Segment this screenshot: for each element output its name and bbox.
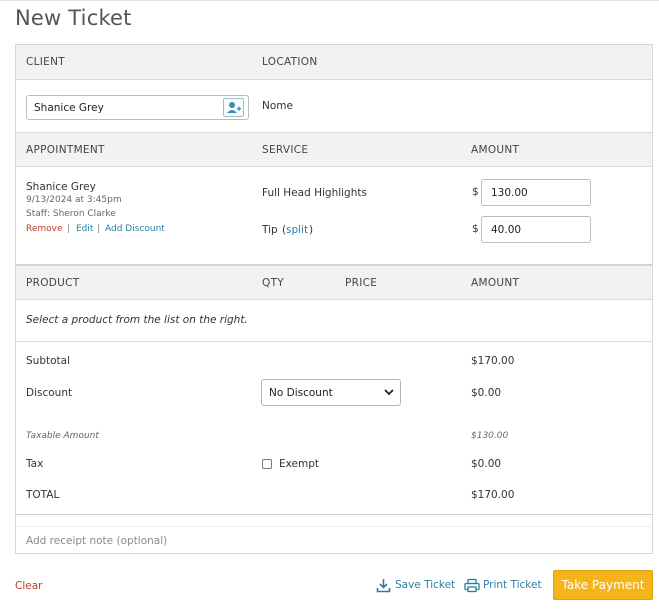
total-label: TOTAL [26, 489, 60, 501]
remove-link[interactable]: Remove [26, 224, 63, 234]
clear-button[interactable]: Clear [15, 580, 42, 592]
amount-column-header: AMOUNT [471, 144, 520, 156]
discount-select-value: No Discount [269, 387, 333, 399]
service-column-header: SERVICE [262, 144, 309, 156]
client-field[interactable]: Shanice Grey [26, 95, 249, 120]
location-column-header: LOCATION [262, 56, 318, 68]
tax-label: Tax [26, 458, 44, 470]
totals-divider [16, 514, 652, 515]
client-header-row: CLIENT LOCATION [16, 45, 652, 80]
empty-products-message: Select a product from the list on the ri… [26, 314, 248, 326]
price-column-header: PRICE [345, 277, 378, 289]
subtotal-label: Subtotal [26, 355, 70, 367]
product-header-row: PRODUCT QTY PRICE AMOUNT [16, 264, 652, 300]
location-value: Nome [262, 100, 293, 112]
product-column-header: PRODUCT [26, 277, 80, 289]
tip-amount-value: 40.00 [491, 224, 522, 236]
client-field-value: Shanice Grey [34, 102, 104, 114]
service-amount-input[interactable]: 130.00 [481, 179, 591, 206]
subtotal-value: $170.00 [471, 355, 515, 367]
split-tip-link[interactable]: split [286, 224, 308, 236]
link-separator: | [67, 224, 71, 234]
service-name: Full Head Highlights [262, 187, 367, 199]
link-separator: | [97, 224, 101, 234]
client-column-header: CLIENT [26, 56, 65, 68]
qty-column-header: QTY [262, 277, 284, 289]
taxable-amount-label: Taxable Amount [26, 431, 99, 441]
total-value: $170.00 [471, 489, 515, 501]
note-divider [16, 526, 652, 527]
take-payment-button[interactable]: Take Payment [553, 570, 653, 600]
add-user-icon [227, 102, 241, 113]
top-divider [0, 0, 659, 1]
tip-split-close: ) [309, 224, 314, 236]
products-divider [16, 341, 652, 342]
printer-icon [464, 578, 480, 593]
discount-select[interactable]: No Discount [261, 379, 401, 406]
receipt-note-input[interactable]: Add receipt note (optional) [26, 535, 167, 547]
tip-label: Tip [262, 224, 278, 236]
add-discount-link[interactable]: Add Discount [105, 224, 165, 234]
save-ticket-label: Save Ticket [395, 579, 456, 591]
ticket-panel: CLIENT LOCATION Shanice Grey Nome APPOIN… [15, 44, 653, 554]
take-payment-label: Take Payment [561, 578, 645, 592]
chevron-down-icon [384, 389, 394, 396]
service-amount-value: 130.00 [491, 187, 528, 199]
appointment-column-header: APPOINTMENT [26, 144, 105, 156]
appointment-datetime: 9/13/2024 at 3:45pm [26, 195, 122, 205]
print-ticket-label: Print Ticket [483, 579, 542, 591]
tip-amount-input[interactable]: 40.00 [481, 216, 591, 243]
tax-exempt-checkbox[interactable] [262, 459, 272, 469]
appointment-header-row: APPOINTMENT SERVICE AMOUNT [16, 132, 652, 167]
currency-symbol: $ [472, 223, 479, 235]
product-amount-column-header: AMOUNT [471, 277, 520, 289]
download-icon [376, 579, 391, 593]
discount-label: Discount [26, 387, 73, 399]
client-lookup-button[interactable] [223, 98, 244, 117]
tax-exempt-label: Exempt [279, 458, 319, 470]
discount-value: $0.00 [471, 387, 502, 399]
tax-value: $0.00 [471, 458, 502, 470]
currency-symbol: $ [472, 186, 479, 198]
appointment-client-name: Shanice Grey [26, 181, 96, 193]
taxable-amount-value: $130.00 [471, 431, 509, 441]
appointment-staff: Staff: Sheron Clarke [26, 209, 116, 219]
edit-link[interactable]: Edit [76, 224, 93, 234]
page-title: New Ticket [15, 6, 132, 30]
